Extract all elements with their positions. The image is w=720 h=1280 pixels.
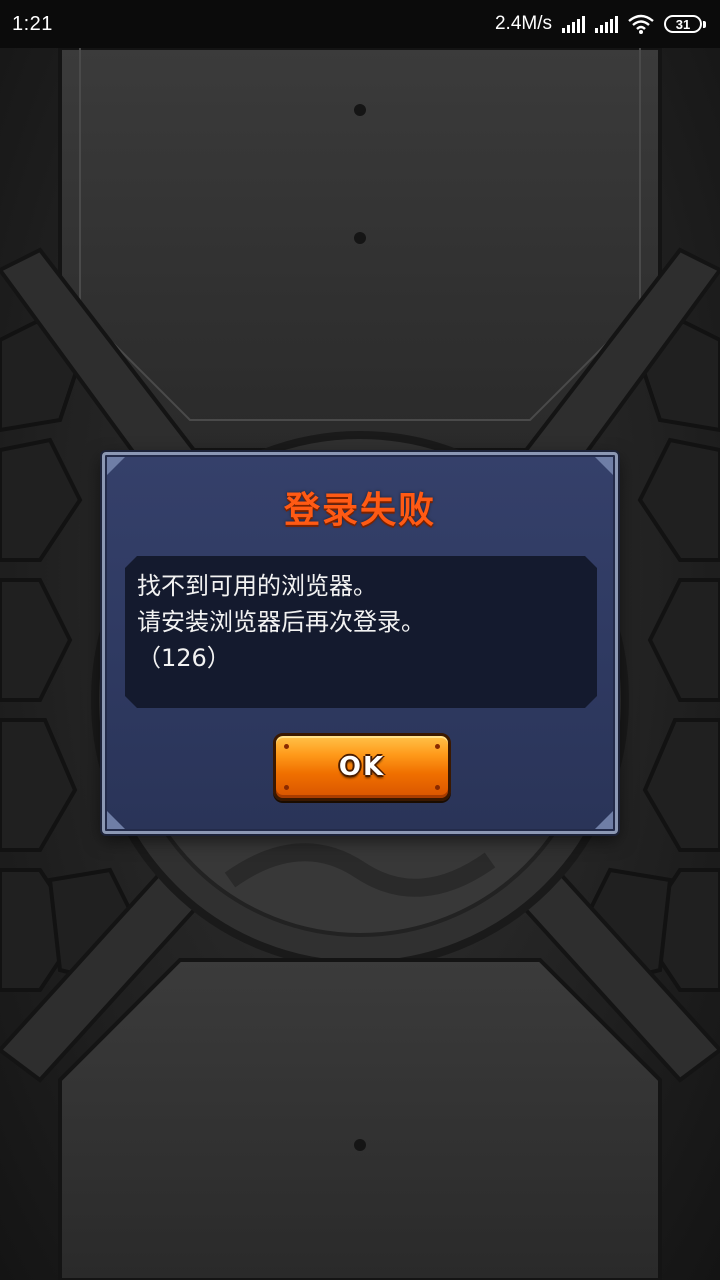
message-line: 请安装浏览器后再次登录。 <box>137 608 425 636</box>
message-line: （126） <box>137 644 231 672</box>
battery-icon: 31 <box>664 15 706 33</box>
login-failed-dialog: 登录失败 找不到可用的浏览器。 请安装浏览器后再次登录。 （126） OK <box>102 452 618 834</box>
message-box: 找不到可用的浏览器。 请安装浏览器后再次登录。 （126） <box>125 556 597 708</box>
message-line: 找不到可用的浏览器。 <box>137 572 377 600</box>
signal-icon <box>562 15 585 33</box>
ok-button[interactable]: OK <box>273 733 451 801</box>
dialog-title: 登录失败 <box>283 490 436 531</box>
status-time: 1:21 <box>12 12 53 35</box>
status-icons: 2.4M/s 31 <box>495 13 706 35</box>
battery-level: 31 <box>664 15 702 33</box>
corner-ornament <box>595 811 613 829</box>
corner-ornament <box>595 457 613 475</box>
net-speed: 2.4M/s <box>494 13 552 34</box>
wifi-icon <box>628 14 654 34</box>
signal-icon <box>595 15 618 33</box>
game-screen: 1:21 2.4M/s 31 登录失败 找不到可用的浏览器。 请安装浏览器后再次… <box>0 0 720 1280</box>
ok-button-label: OK <box>338 752 386 782</box>
corner-ornament <box>107 811 125 829</box>
corner-ornament <box>107 457 125 475</box>
status-bar: 1:21 2.4M/s 31 <box>0 0 720 48</box>
